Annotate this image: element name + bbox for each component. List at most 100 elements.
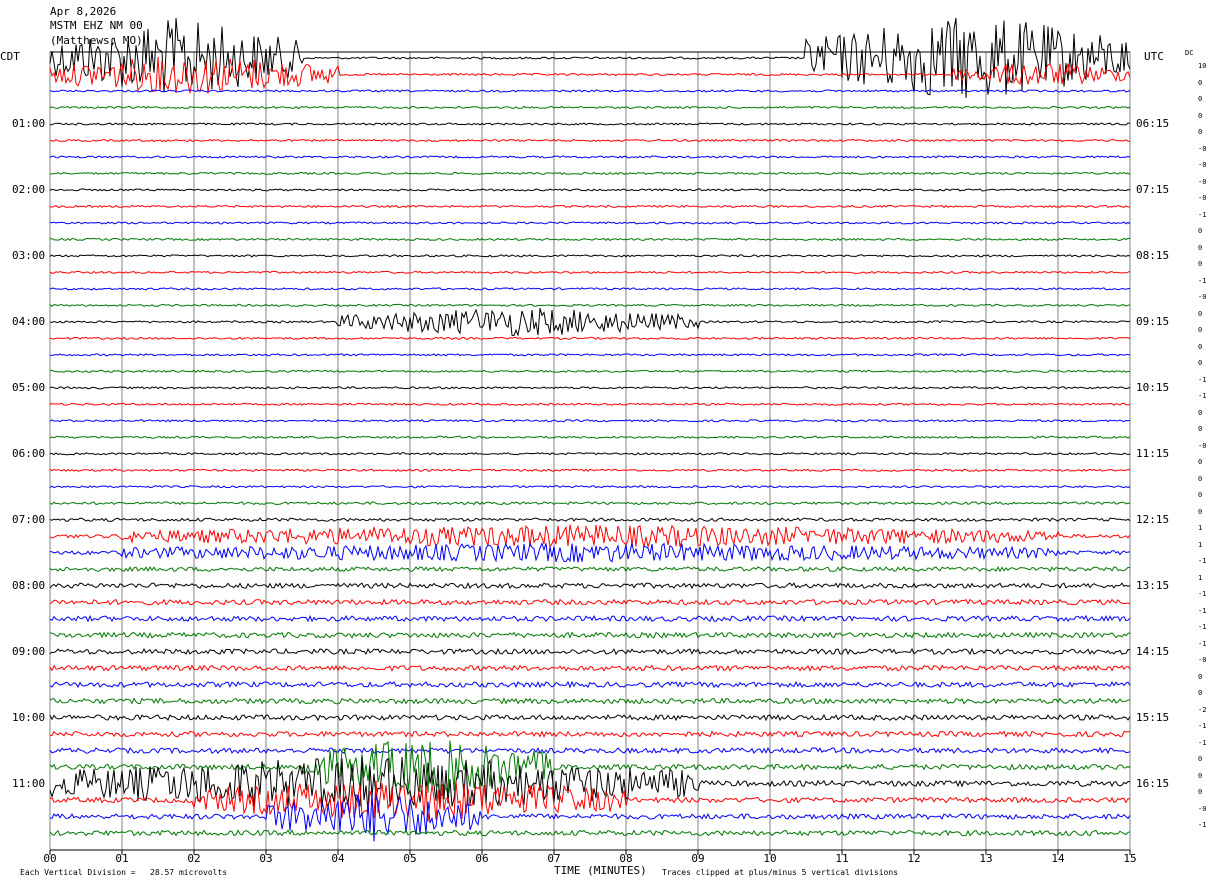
dc-offset-label: 0: [1198, 507, 1203, 516]
scale-note: Each Vertical Division = 28.57 microvolt…: [20, 868, 228, 877]
plot-date: Apr 8,2026: [50, 5, 117, 18]
seismic-trace: [49, 517, 1131, 522]
dc-offset-label: -0: [1198, 144, 1207, 153]
seismic-trace: [49, 598, 1131, 606]
seismic-trace: [49, 485, 1131, 489]
x-tick-label: 15: [1123, 852, 1137, 865]
seismic-trace: [49, 308, 1131, 337]
dc-offset-label: -0: [1198, 194, 1207, 203]
seismic-trace: [49, 713, 1131, 722]
seismic-trace: [49, 697, 1131, 705]
seismic-trace: [49, 680, 1131, 689]
right-hour-label: 11:15: [1136, 446, 1170, 460]
seismic-trace: [49, 105, 1131, 110]
dc-offset-label: 0: [1198, 689, 1203, 698]
seismic-trace: [49, 730, 1130, 739]
right-hour-label: 14:15: [1136, 644, 1170, 658]
left-hour-label: 06:00: [12, 446, 46, 460]
dc-offset-label: 0: [1198, 491, 1203, 500]
seismic-trace: [49, 254, 1131, 258]
right-hour-label: 13:15: [1136, 578, 1170, 592]
seismic-trace: [49, 435, 1131, 439]
dc-offset-label: -0: [1198, 177, 1207, 186]
dc-offset-label: -1: [1198, 606, 1207, 615]
x-tick-label: 10: [763, 852, 777, 865]
seismic-trace: [49, 89, 1131, 93]
seismic-trace: [49, 501, 1131, 506]
station-code: MSTM EHZ NM 00: [50, 19, 143, 32]
dc-offset-label: 1: [1198, 540, 1203, 549]
station-location: (Matthews, MO): [50, 34, 143, 47]
left-timezone-label: CDT: [0, 50, 20, 63]
dc-offset-label: -1: [1198, 722, 1207, 731]
seismic-trace: [49, 746, 1131, 755]
right-hour-label: 08:15: [1136, 248, 1170, 262]
seismic-trace: [49, 419, 1131, 423]
dc-offset-label: -1: [1198, 392, 1207, 401]
seismic-trace: [49, 188, 1131, 192]
dc-offset-label: 0: [1198, 111, 1203, 120]
left-hour-label: 08:00: [12, 578, 46, 592]
seismic-trace: [49, 369, 1131, 374]
dc-offset-label: 0: [1198, 260, 1203, 269]
seismic-trace: [49, 386, 1131, 390]
dc-offset-label: 10: [1198, 62, 1207, 71]
dc-offset-label: 0: [1198, 128, 1203, 137]
dc-offset-label: -1: [1198, 375, 1207, 384]
seismic-trace: [49, 582, 1131, 590]
dc-offset-label: -0: [1198, 161, 1207, 170]
dc-offset-label: 0: [1198, 474, 1203, 483]
seismic-trace: [49, 336, 1131, 340]
dc-offset-label: -0: [1198, 293, 1207, 302]
right-hour-label: 12:15: [1136, 512, 1170, 526]
x-tick-label: 12: [907, 852, 921, 865]
seismic-trace: [49, 270, 1131, 274]
seismic-trace: [49, 171, 1131, 176]
right-hour-label: 09:15: [1136, 314, 1170, 328]
dc-offset-label: -1: [1198, 210, 1207, 219]
left-hour-label: 04:00: [12, 314, 46, 328]
seismic-trace: [49, 303, 1131, 307]
x-tick-label: 14: [1051, 852, 1065, 865]
left-hour-label: 05:00: [12, 380, 46, 394]
dc-offset-label: -1: [1198, 821, 1207, 829]
dc-offset-label: -1: [1198, 639, 1207, 648]
right-hour-label: 16:15: [1136, 776, 1170, 790]
seismic-trace: [49, 402, 1131, 406]
x-tick-label: 04: [331, 852, 345, 865]
left-hour-label: 11:00: [12, 776, 46, 790]
seismic-trace: [49, 664, 1131, 672]
dc-offset-label: -1: [1198, 590, 1207, 599]
right-hour-label: 06:15: [1136, 116, 1170, 130]
seismic-trace: [49, 287, 1131, 291]
seismic-trace: [49, 155, 1131, 159]
seismic-trace: [49, 122, 1131, 126]
x-tick-label: 09: [691, 852, 705, 865]
dc-offset-label: 0: [1198, 243, 1203, 252]
dc-offset-label: -2: [1198, 705, 1207, 714]
seismic-trace: [49, 452, 1131, 456]
dc-offset-label: -1: [1198, 276, 1207, 285]
seismic-trace: [49, 524, 1131, 549]
dc-offset-label: -0: [1198, 804, 1207, 813]
dc-offset-label: 1: [1198, 524, 1203, 533]
clip-note: Traces clipped at plus/minus 5 vertical …: [662, 868, 899, 877]
helicorder-plot: [49, 17, 1131, 855]
seismic-trace: [49, 468, 1131, 472]
dc-offset-label: -0: [1198, 441, 1207, 450]
x-tick-label: 01: [115, 852, 129, 865]
seismic-trace: [49, 353, 1131, 357]
seismic-trace: [49, 647, 1131, 656]
seismic-trace: [49, 631, 1131, 639]
right-timezone-label: UTC: [1144, 50, 1164, 63]
dc-offset-label: 0: [1198, 755, 1203, 764]
right-hour-label: 15:15: [1136, 710, 1170, 724]
seismic-trace: [49, 614, 1131, 623]
dc-offset-label: 0: [1198, 342, 1203, 351]
seismic-trace: [49, 204, 1130, 209]
dc-offset-label: 0: [1198, 425, 1203, 434]
dc-offset-label: 0: [1198, 359, 1203, 368]
dc-offset-label: -0: [1198, 656, 1207, 665]
dc-offset-label: 0: [1198, 78, 1203, 87]
seismic-trace: [49, 542, 1131, 563]
